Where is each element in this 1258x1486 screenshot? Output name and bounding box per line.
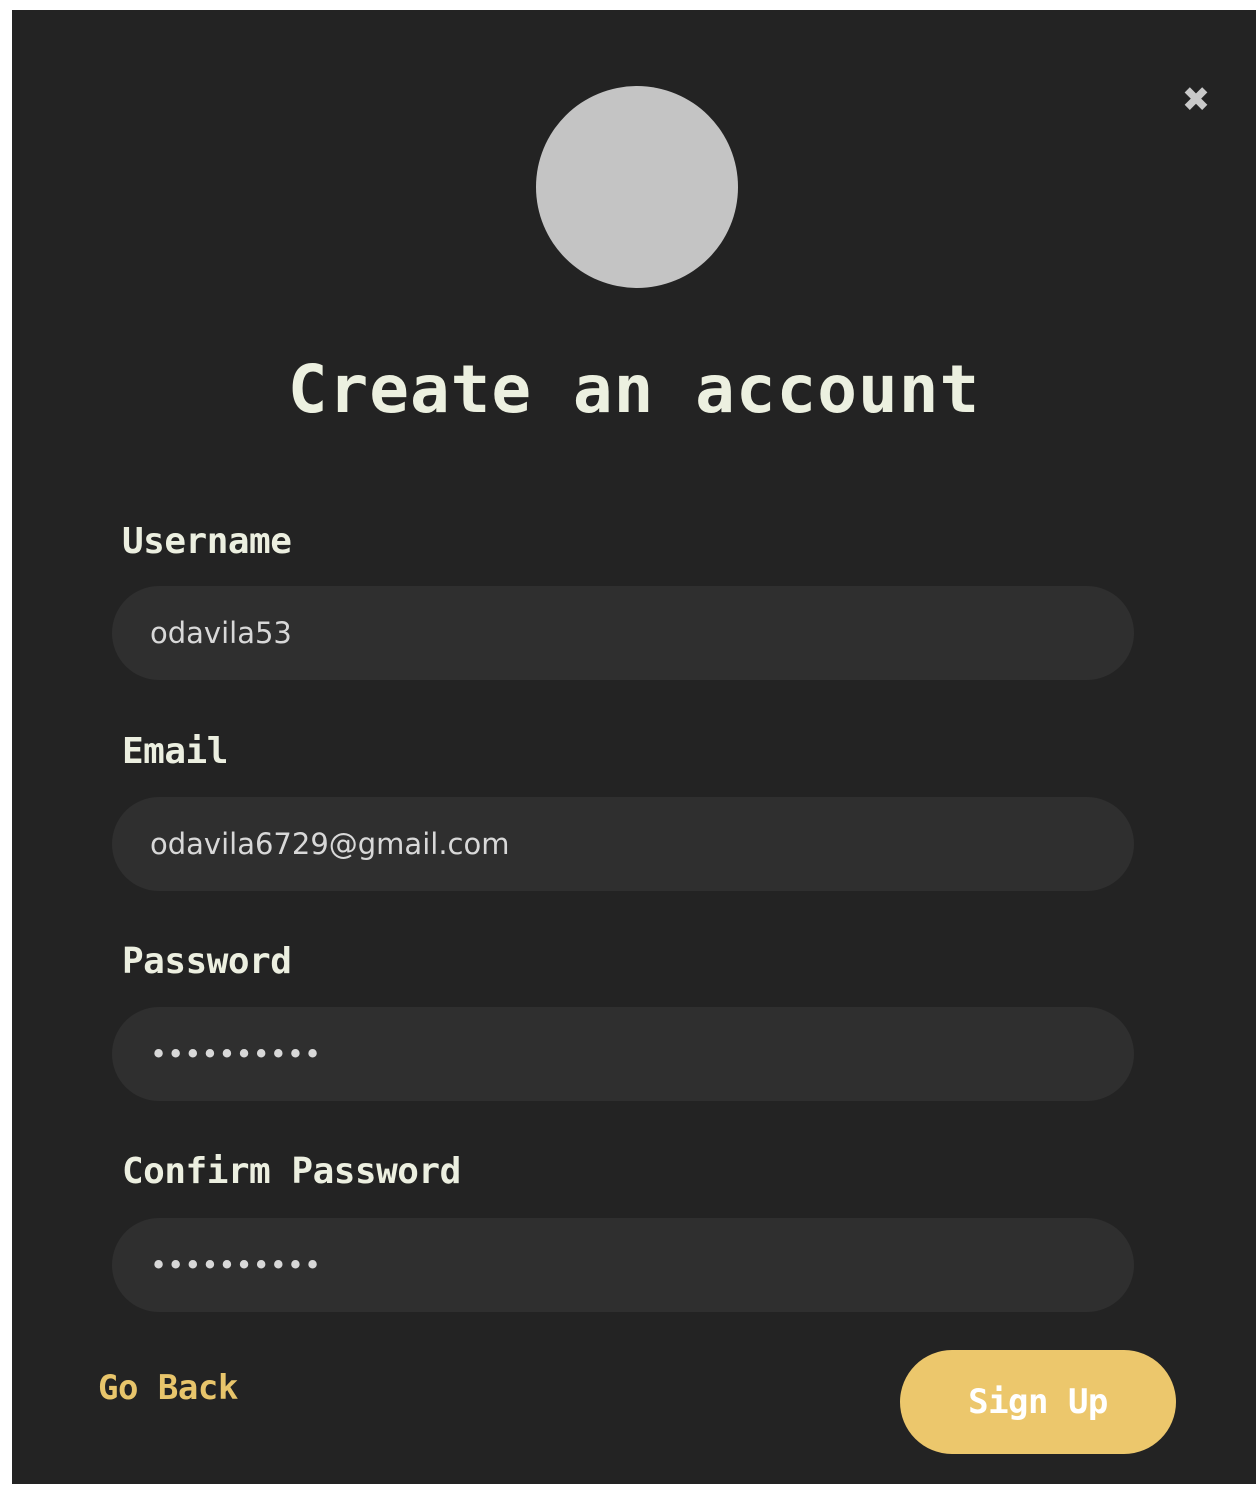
email-label: Email: [122, 731, 228, 772]
password-label: Password: [122, 941, 292, 982]
sign-up-button[interactable]: Sign Up: [900, 1350, 1176, 1454]
username-input[interactable]: [112, 586, 1134, 680]
page-title: Create an account: [287, 351, 981, 428]
confirm-password-label: Confirm Password: [122, 1151, 461, 1192]
close-icon[interactable]: ✖: [1178, 80, 1214, 120]
avatar-placeholder[interactable]: [536, 86, 738, 288]
go-back-link[interactable]: Go Back: [98, 1366, 238, 1410]
password-input[interactable]: [112, 1007, 1134, 1101]
signup-modal: ✖ Create an account Username Email Passw…: [12, 10, 1256, 1484]
email-input[interactable]: [112, 797, 1134, 891]
confirm-password-input[interactable]: [112, 1218, 1134, 1312]
username-label: Username: [122, 521, 292, 562]
